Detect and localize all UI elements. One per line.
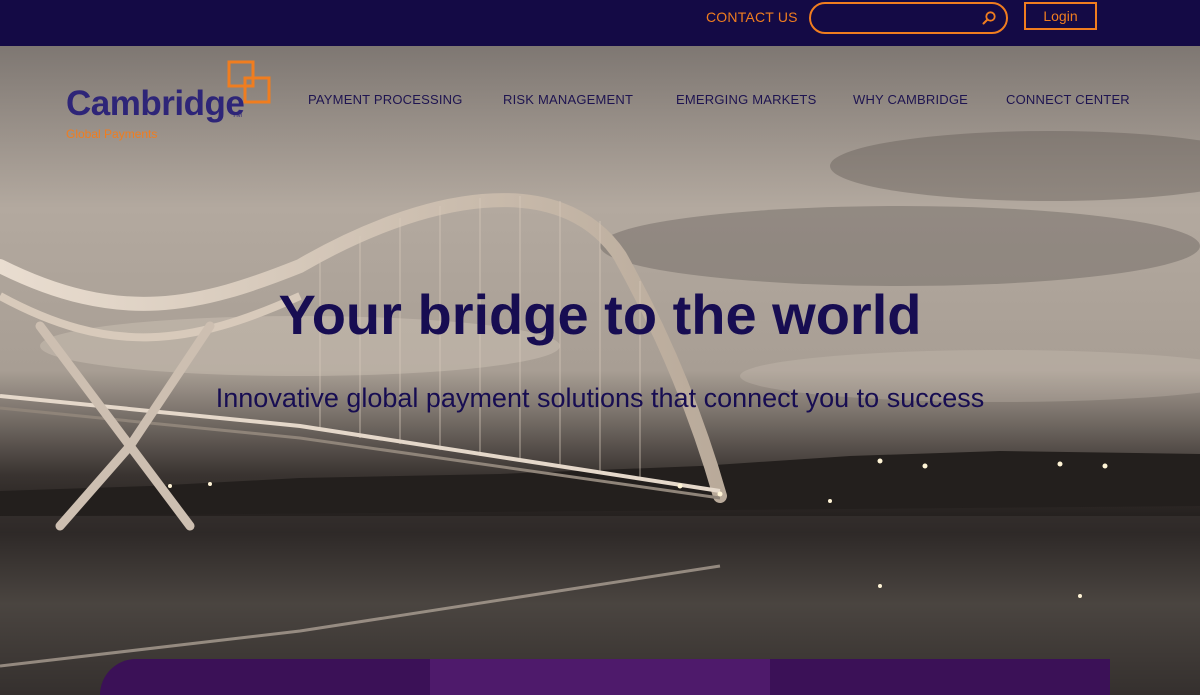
- nav-item-why-cambridge[interactable]: WHY CAMBRIDGE: [853, 92, 968, 107]
- top-bar: CONTACT US Login: [0, 0, 1200, 46]
- logo-trademark: TM: [232, 112, 243, 119]
- hero-subheadline: Innovative global payment solutions that…: [215, 383, 985, 413]
- nav-item-connect-center[interactable]: CONNECT CENTER: [1006, 92, 1130, 107]
- contact-us-link[interactable]: CONTACT US: [706, 9, 798, 25]
- hero-section: Cambridge TM Global Payments PAYMENT PRO…: [0, 46, 1200, 695]
- search-input[interactable]: [823, 8, 973, 28]
- feature-panel-center[interactable]: [430, 659, 770, 695]
- nav-item-payment-processing[interactable]: PAYMENT PROCESSING: [308, 92, 463, 107]
- logo-wordmark: Cambridge: [66, 84, 245, 123]
- feature-panel-right[interactable]: [770, 659, 1110, 695]
- logo-tagline: Global Payments: [66, 127, 158, 141]
- nav-item-risk-management[interactable]: RISK MANAGEMENT: [503, 92, 633, 107]
- search-icon[interactable]: [981, 10, 997, 26]
- feature-panel-left[interactable]: [100, 659, 430, 695]
- login-button[interactable]: Login: [1024, 2, 1097, 30]
- search-box: [809, 2, 1008, 34]
- nav-item-emerging-markets[interactable]: EMERGING MARKETS: [676, 92, 816, 107]
- hero-headline: Your bridge to the world: [278, 283, 922, 346]
- cambridge-logo[interactable]: Cambridge TM Global Payments: [66, 60, 276, 145]
